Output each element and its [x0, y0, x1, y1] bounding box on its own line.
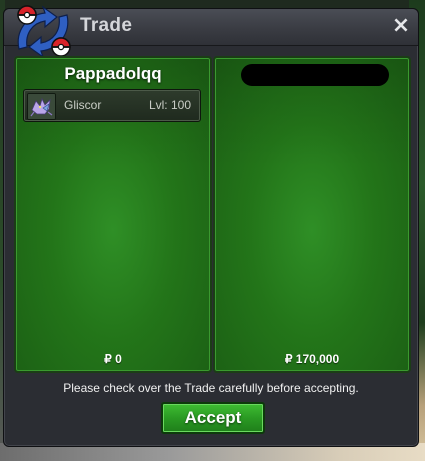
trade-logo-icon — [17, 5, 71, 59]
pokeball-icon — [17, 5, 37, 25]
money-offer: ₽ 170,000 — [284, 352, 340, 366]
close-icon[interactable]: × — [390, 15, 412, 37]
right-trade-panel: ₽ 170,000 — [213, 56, 411, 373]
trade-notice: Please check over the Trade carefully be… — [63, 381, 359, 395]
pokeball-icon — [51, 37, 71, 57]
item-level: Lvl: 100 — [148, 98, 191, 112]
trade-item-slot[interactable]: Gliscor Lvl: 100 — [23, 89, 201, 122]
accept-button[interactable]: Accept — [161, 402, 265, 434]
left-trade-panel: Pappadolqq Gliscor Lvl: 100 ₽ 0 — [14, 56, 212, 373]
gliscor-sprite-icon — [27, 93, 56, 120]
player-name: Pappadolqq — [64, 64, 162, 83]
money-offer: ₽ 0 — [104, 352, 122, 366]
item-name: Gliscor — [64, 98, 102, 112]
redacted-player-name — [241, 64, 389, 86]
window-title: Trade — [80, 15, 133, 36]
trade-window: Trade × Pappadolqq Gliscor Lvl: 100 ₽ 0 … — [3, 5, 419, 447]
